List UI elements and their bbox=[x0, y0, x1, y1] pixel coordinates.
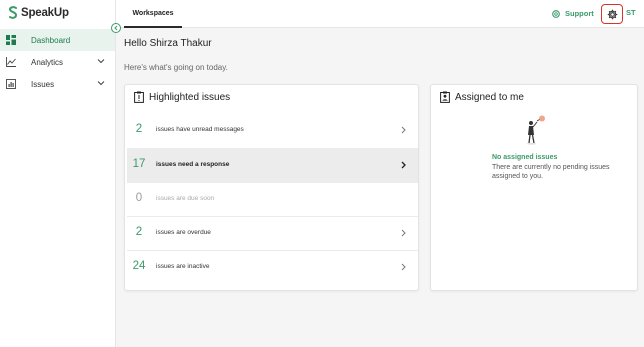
chevron-down-icon[interactable] bbox=[97, 80, 105, 86]
issue-count: 24 bbox=[132, 260, 146, 272]
chevron-right-icon bbox=[401, 161, 406, 169]
page-title: Hello Shirza Thakur bbox=[124, 38, 212, 49]
support-label: Support bbox=[565, 9, 594, 18]
top-bar: Workspaces Support ST bbox=[116, 0, 644, 28]
sidebar-item-label: Issues bbox=[31, 79, 55, 89]
sidebar-item-analytics[interactable]: Analytics bbox=[0, 51, 115, 73]
issue-count: 0 bbox=[135, 192, 143, 204]
tab-workspaces[interactable]: Workspaces bbox=[124, 0, 182, 28]
card-header: Highlighted issues bbox=[134, 91, 230, 103]
issue-text: issues have unread messages bbox=[156, 126, 244, 133]
chevron-left-icon bbox=[114, 25, 118, 31]
issue-row-unread[interactable]: 2 issues have unread messages bbox=[127, 114, 418, 148]
chevron-right-icon bbox=[401, 263, 406, 271]
issue-count: 2 bbox=[135, 123, 143, 135]
sidebar-item-label: Analytics bbox=[31, 57, 64, 67]
clipboard-user-icon bbox=[440, 91, 450, 103]
card-header: Assigned to me bbox=[440, 91, 524, 103]
assigned-to-me-card: Assigned to me No assigned issues There … bbox=[430, 84, 638, 291]
card-title: Assigned to me bbox=[455, 91, 524, 103]
empty-state-description: There are currently no pending issues as… bbox=[492, 164, 610, 180]
issue-text: issues need a response bbox=[156, 161, 230, 168]
speakup-logo[interactable]: SpeakUp bbox=[8, 6, 69, 20]
dashboard-icon bbox=[6, 35, 16, 45]
empty-state-illustration bbox=[526, 115, 545, 145]
speakup-logo-icon bbox=[8, 6, 18, 19]
collapse-sidebar-button[interactable] bbox=[111, 23, 121, 33]
sidebar-item-issues[interactable]: Issues bbox=[0, 73, 115, 95]
chevron-right-icon bbox=[401, 126, 406, 134]
issue-count: 2 bbox=[135, 226, 143, 238]
analytics-icon bbox=[6, 57, 16, 67]
settings-button[interactable] bbox=[601, 4, 623, 24]
avatar[interactable]: ST bbox=[626, 8, 636, 17]
issue-text: issues are overdue bbox=[156, 229, 211, 236]
sidebar: SpeakUp Dashboard Analytics Issues bbox=[0, 0, 116, 347]
issue-row-overdue[interactable]: 2 issues are overdue bbox=[127, 216, 418, 250]
issue-row-due-soon[interactable]: 0 issues are due soon bbox=[127, 182, 418, 216]
issue-text: issues are due soon bbox=[156, 195, 215, 202]
logo-text: SpeakUp bbox=[21, 7, 69, 19]
sidebar-item-dashboard[interactable]: Dashboard bbox=[0, 29, 115, 51]
issues-icon bbox=[6, 79, 16, 89]
support-icon bbox=[552, 9, 560, 18]
chevron-down-icon[interactable] bbox=[97, 58, 105, 64]
sidebar-item-label: Dashboard bbox=[31, 35, 71, 45]
clipboard-alert-icon bbox=[134, 91, 144, 103]
highlighted-issues-card: Highlighted issues 2 issues have unread … bbox=[124, 84, 419, 291]
empty-state-title: No assigned issues bbox=[492, 154, 558, 161]
issue-row-inactive[interactable]: 24 issues are inactive bbox=[127, 250, 418, 284]
issue-count: 17 bbox=[132, 158, 146, 170]
gear-icon bbox=[607, 9, 617, 19]
page-subtitle: Here's what's going on today. bbox=[124, 63, 228, 72]
issue-row-need-response[interactable]: 17 issues need a response bbox=[127, 148, 418, 182]
chevron-right-icon bbox=[401, 229, 406, 237]
issue-text: issues are inactive bbox=[156, 263, 210, 270]
support-link[interactable]: Support bbox=[552, 9, 594, 18]
card-title: Highlighted issues bbox=[149, 91, 231, 103]
